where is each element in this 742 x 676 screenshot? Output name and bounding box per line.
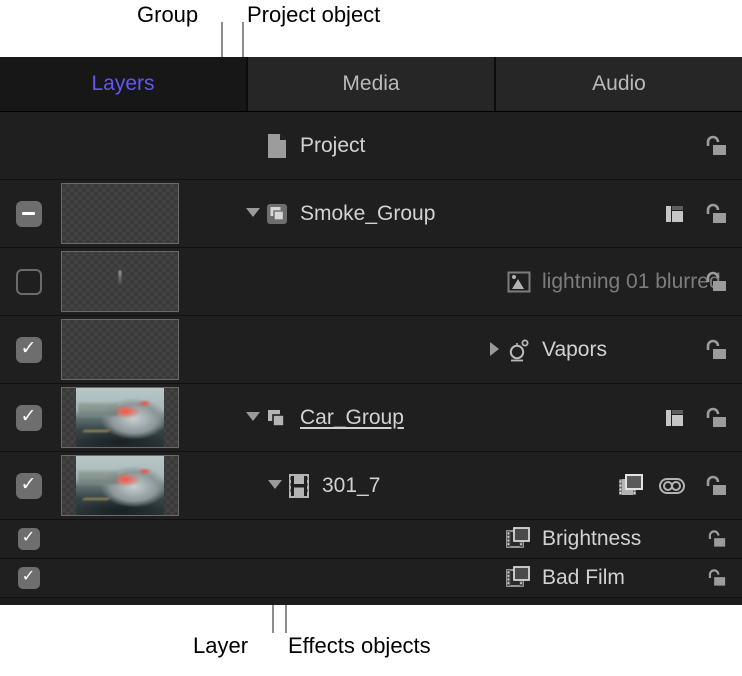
disclosure-placeholder (484, 271, 506, 293)
row-right-icons (700, 337, 742, 363)
filter-icon (506, 526, 532, 552)
enable-checkbox[interactable] (16, 201, 42, 227)
annotation-label-effects-objects: Effects objects (288, 633, 431, 659)
row-name-cell: Brightness (182, 526, 702, 552)
row-name-label: lightning 01 blurred (542, 270, 721, 294)
enable-checkbox[interactable] (16, 269, 42, 295)
media-filmstrip-icon[interactable] (618, 473, 644, 499)
layer-row-lightning-01-blurred[interactable]: lightning 01 blurred (0, 248, 742, 316)
unlock-icon[interactable] (700, 201, 728, 227)
thumbnail-cell (57, 387, 182, 448)
row-name-cell: Project (182, 133, 700, 159)
row-right-icons (700, 133, 742, 159)
checkbox-cell: ✓ (0, 473, 57, 499)
enable-checkbox[interactable]: ✓ (16, 473, 42, 499)
row-name-label: Smoke_Group (300, 202, 435, 226)
layer-row-car-group[interactable]: ✓ Car_Group (0, 384, 742, 452)
tab-audio-label: Audio (592, 72, 646, 96)
layer-row-brightness[interactable]: ✓ Bright (0, 520, 742, 559)
disclosure-triangle-icon[interactable] (484, 339, 506, 361)
layer-row-smoke-group[interactable]: Smoke_Group (0, 180, 742, 248)
tab-media-label: Media (342, 72, 399, 96)
enable-checkbox[interactable]: ✓ (18, 567, 40, 589)
row-name-cell: Bad Film (182, 565, 702, 591)
row-right-icons (618, 473, 742, 499)
disclosure-triangle-icon[interactable] (264, 475, 286, 497)
checkbox-cell: ✓ (0, 528, 57, 550)
mask-icon[interactable] (664, 406, 686, 430)
thumbnail-cell (57, 455, 182, 516)
row-name-cell: lightning 01 blurred (182, 269, 700, 295)
row-right-icons (702, 567, 742, 589)
layer-thumbnail (61, 319, 179, 380)
row-name-cell: 301_7 (182, 473, 618, 499)
layer-row-vapors[interactable]: ✓ Vapors (0, 316, 742, 384)
thumbnail-cell (57, 251, 182, 312)
tab-layers-label: Layers (91, 72, 154, 96)
thumbnail-photo-car (76, 456, 164, 515)
tab-audio[interactable]: Audio (495, 57, 742, 111)
unlock-icon[interactable] (700, 133, 728, 159)
thumbnail-cell (57, 183, 182, 244)
group-icon (264, 405, 290, 431)
layer-row-project[interactable]: Project (0, 112, 742, 180)
unlock-icon[interactable] (700, 473, 728, 499)
row-name-label: Bad Film (542, 566, 625, 590)
unlock-icon[interactable] (702, 528, 728, 550)
disclosure-placeholder (484, 528, 506, 550)
layer-thumbnail (61, 183, 179, 244)
thumbnail-wisp (119, 270, 122, 286)
filmstrip-icon (286, 473, 312, 499)
enable-checkbox[interactable]: ✓ (16, 337, 42, 363)
row-name-cell: Smoke_Group (182, 201, 664, 227)
annotation-label-group: Group (137, 2, 198, 28)
checkbox-cell (0, 269, 57, 295)
checkbox-cell: ✓ (0, 405, 57, 431)
disclosure-triangle-icon[interactable] (242, 407, 264, 429)
enable-checkbox[interactable]: ✓ (16, 405, 42, 431)
row-name-label[interactable]: Car_Group (300, 406, 404, 430)
unlock-icon[interactable] (702, 567, 728, 589)
unlock-icon[interactable] (700, 405, 728, 431)
row-name-cell: Vapors (182, 337, 700, 363)
checkbox-cell: ✓ (0, 567, 57, 589)
row-right-icons (664, 405, 742, 431)
unlock-icon[interactable] (700, 337, 728, 363)
thumbnail-photo-car (76, 388, 164, 447)
row-name-cell: Car_Group (182, 405, 664, 431)
layers-panel: Layers Media Audio Project (0, 57, 742, 605)
link-icon[interactable] (658, 476, 686, 496)
filter-icon (506, 565, 532, 591)
row-name-label: Project (300, 134, 365, 158)
layer-thumbnail (61, 251, 179, 312)
tab-layers[interactable]: Layers (0, 57, 247, 111)
disclosure-placeholder (484, 567, 506, 589)
checkbox-cell: ✓ (0, 337, 57, 363)
disclosure-triangle-icon[interactable] (242, 203, 264, 225)
thumbnail-cell (57, 319, 182, 380)
mask-icon[interactable] (664, 202, 686, 226)
panel-tab-bar: Layers Media Audio (0, 57, 742, 112)
checkbox-cell (0, 201, 57, 227)
annotation-label-project-object: Project object (247, 2, 380, 28)
unlock-icon[interactable] (700, 269, 728, 295)
tab-media[interactable]: Media (247, 57, 495, 111)
row-right-icons (700, 269, 742, 295)
enable-checkbox[interactable]: ✓ (18, 528, 40, 550)
annotation-label-layer: Layer (193, 633, 248, 659)
layer-thumbnail (61, 455, 179, 516)
row-right-icons (664, 201, 742, 227)
layer-row-301-7[interactable]: ✓ 301_7 (0, 452, 742, 520)
row-name-label: Vapors (542, 338, 607, 362)
image-icon (506, 269, 532, 295)
emitter-icon (506, 337, 532, 363)
group-icon (264, 201, 290, 227)
document-icon (264, 133, 290, 159)
layer-thumbnail (61, 387, 179, 448)
row-right-icons (702, 528, 742, 550)
row-name-label: Brightness (542, 527, 641, 551)
row-name-label: 301_7 (322, 474, 380, 498)
layer-row-bad-film[interactable]: ✓ Bad Fi (0, 559, 742, 598)
